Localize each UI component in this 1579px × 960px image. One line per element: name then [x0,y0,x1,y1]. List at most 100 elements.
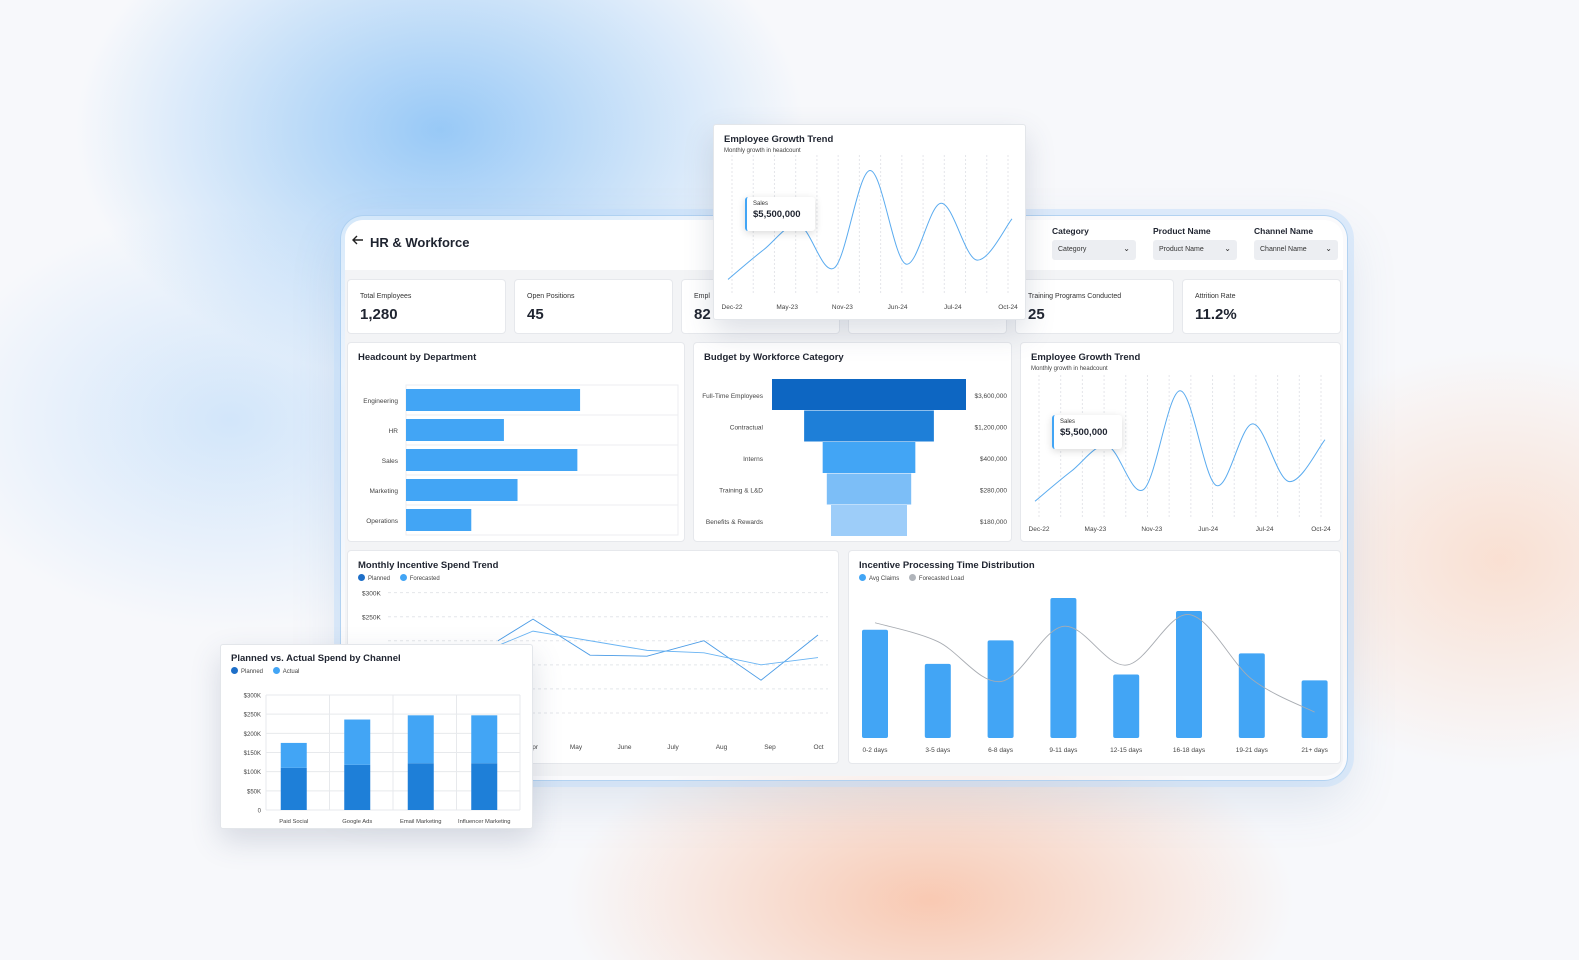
x-tick-label: May [570,744,583,751]
category-label: Engineering [363,398,398,405]
x-tick-label: Nov-23 [832,304,853,311]
category-label: Contractual [730,424,764,431]
product-name-select[interactable]: Product Name ⌄ [1153,240,1237,260]
category-label: Benefits & Rewards [706,519,764,526]
kpi-label: Open Positions [527,293,575,300]
category-label: Interns [743,456,764,463]
kpi-label: Training Programs Conducted [1028,293,1122,300]
y-tick-label: $50K [247,789,261,795]
kpi-value: 25 [1028,306,1045,323]
filter-label: Channel Name [1254,226,1314,236]
bar-planned [407,763,434,810]
x-tick-label: 3-5 days [925,747,951,754]
bar [987,640,1014,738]
tooltip-value: $5,500,000 [1060,427,1108,438]
tooltip-value: $5,500,000 [753,209,801,220]
growth-tooltip: Sales $5,500,000 [1052,415,1122,449]
kpi-value: 11.2% [1195,306,1237,323]
x-tick-label: Nov-23 [1141,526,1162,533]
tooltip-label: Sales [753,201,769,207]
x-tick-label: May-23 [776,304,798,311]
bar [862,629,888,738]
y-tick-label: $300K [244,694,261,700]
floating-growth-card: Employee Growth Trend Monthly growth in … [713,124,1026,320]
bar [406,389,581,411]
x-tick-label: May-23 [1085,526,1107,533]
select-value: Category [1058,246,1087,253]
x-tick-label: Dec-22 [1029,526,1050,533]
funnel-segment [822,442,916,473]
x-tick-label: Oct-24 [998,304,1018,311]
y-tick-label: $250K [244,713,261,719]
funnel-segment [826,473,912,505]
x-tick-label: 0-2 days [863,747,889,754]
x-tick-label: Jun-24 [1198,526,1218,533]
x-tick-label: 9-11 days [1049,747,1078,754]
x-tick-label: June [617,744,631,751]
x-tick-label: Sep [764,744,776,751]
chevron-down-icon: ⌄ [1123,244,1130,253]
funnel-segment [804,410,934,442]
bar [406,419,504,441]
value-label: $280,000 [980,487,1007,494]
x-tick-label: Influencer Marketing [458,819,511,825]
tooltip-label: Sales [1060,419,1076,425]
x-tick-label: Jul-24 [1256,526,1274,533]
y-tick-label: $100K [244,770,261,776]
category-label: Marketing [369,488,398,495]
filter-category: Category Category ⌄ [1052,226,1136,260]
value-label: $3,600,000 [974,393,1007,400]
kpi-value: 45 [527,306,544,323]
channel-name-select[interactable]: Channel Name ⌄ [1254,240,1338,260]
x-tick-label: 21+ days [1301,747,1328,754]
filter-channel-name: Channel Name Channel Name ⌄ [1254,226,1338,260]
bar-planned [471,763,498,810]
select-value: Channel Name [1260,246,1307,253]
filter-label: Category [1052,226,1089,236]
bar-actual [471,715,498,764]
arrow-left-icon[interactable] [351,233,365,247]
floating-channel-spend-card: Planned vs. Actual Spend by Channel Plan… [220,644,533,829]
kpi-open-positions: Open Positions 45 [514,279,673,334]
bar [1050,598,1077,738]
headcount-chart: Engineering HR Sales Marketing Operations [363,384,679,536]
bar-actual [407,715,434,764]
kpi-training-programs: Training Programs Conducted 25 [1015,279,1174,334]
x-tick-label: July [667,744,679,751]
kpi-value: 1,280 [360,306,398,323]
y-tick-label: $150K [244,751,261,757]
value-label: $180,000 [980,519,1007,526]
kpi-attrition-rate: Attrition Rate 11.2% [1182,279,1341,334]
headcount-card: Headcount by Department Engineering HR Sal… [347,342,685,542]
kpi-label: Attrition Rate [1195,293,1236,300]
x-tick-label: Oct-24 [1311,526,1331,533]
select-value: Product Name [1159,246,1204,253]
processing-card: Incentive Processing Time Distribution A… [848,550,1341,764]
bar [406,479,518,501]
category-label: Sales [382,458,399,465]
value-label: $1,200,000 [974,424,1007,431]
budget-card: Budget by Workforce Category Full-Time E… [693,342,1012,542]
bar [406,509,472,531]
series-line [497,618,819,681]
bar [1176,610,1202,738]
x-tick-label: Jun-24 [888,304,908,311]
bar [924,663,951,738]
category-select[interactable]: Category ⌄ [1052,240,1136,260]
funnel-segment [772,379,966,410]
funnel-segment [831,505,907,536]
x-tick-label: 19-21 days [1236,747,1269,754]
x-tick-label: Email Marketing [400,819,442,825]
bar-planned [344,764,371,810]
y-tick-label: 0 [258,809,262,815]
y-tick-label: $250K [362,615,381,622]
bar [1238,653,1265,738]
x-tick-label: Paid Social [279,819,308,825]
category-label: HR [389,428,399,435]
filter-label: Product Name [1153,226,1211,236]
x-tick-label: 16-18 days [1173,747,1206,754]
bar [1113,674,1140,738]
growth-tooltip: Sales $5,500,000 [745,197,815,231]
bar-actual [280,742,307,768]
x-tick-label: Jul-24 [944,304,962,311]
